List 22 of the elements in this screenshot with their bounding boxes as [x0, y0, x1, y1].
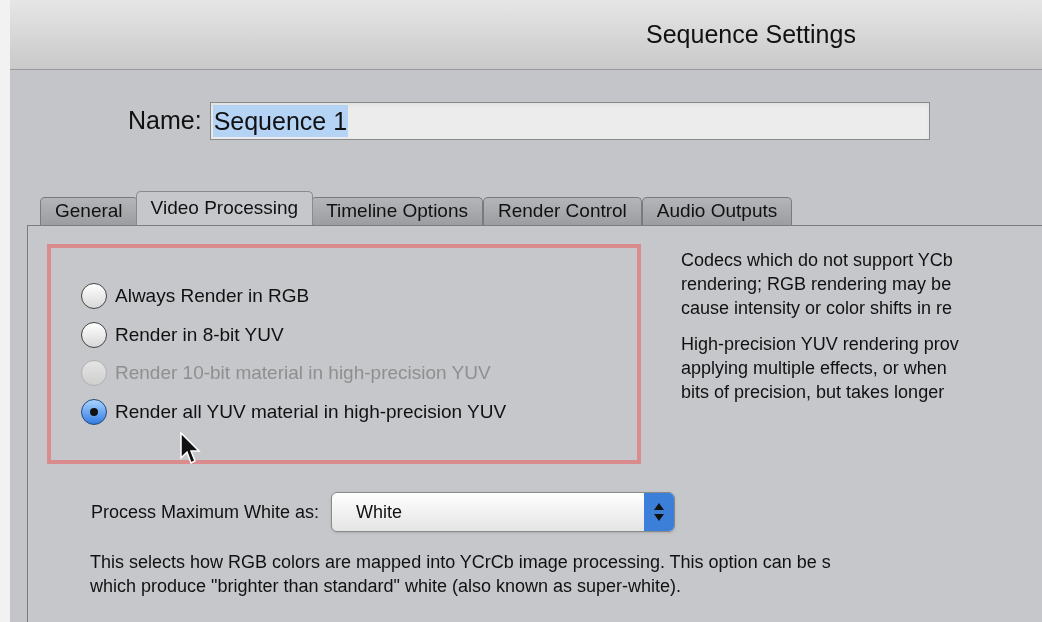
window-title: Sequence Settings: [646, 18, 856, 50]
help-text: High-precision YUV rendering prov applying multiple effects, or when bits of precision, but takes longer: [681, 333, 959, 404]
description-text: This selects how RGB colors are mapped into YCrCb image processing. This option can be s which produce "brighter than standard" white (also known as super-white).: [90, 551, 832, 598]
tab[interactable]: Video Processing: [135, 191, 314, 225]
name-field[interactable]: Sequence 1: [209, 102, 930, 140]
radio-label: Render all YUV material in high-precision YUV: [115, 399, 507, 424]
radio-label: Render 10-bit material in high-precision YUV: [115, 361, 491, 385]
field-label: Process Maximum White as:: [91, 500, 320, 524]
tab[interactable]: General: [40, 197, 138, 225]
tab[interactable]: Render Control: [483, 197, 642, 225]
radio-button[interactable]: [81, 321, 107, 348]
radio-button[interactable]: [81, 283, 107, 310]
field-label: Name:: [128, 105, 202, 137]
help-text: Codecs which do not support YCb rendering; RGB rendering may be cause intensity or color shifts in re: [681, 249, 954, 320]
tab[interactable]: Audio Outputs: [641, 197, 793, 225]
radio-button[interactable]: [81, 398, 107, 425]
radio-label: Render in 8-bit YUV: [115, 322, 284, 347]
radio-label: Always Render in RGB: [115, 284, 310, 308]
stepper-arrows-icon: [644, 493, 675, 531]
mouse-pointer-icon: [180, 432, 202, 466]
tab[interactable]: Timeline Options: [311, 197, 483, 225]
popup-menu[interactable]: White: [331, 492, 676, 532]
